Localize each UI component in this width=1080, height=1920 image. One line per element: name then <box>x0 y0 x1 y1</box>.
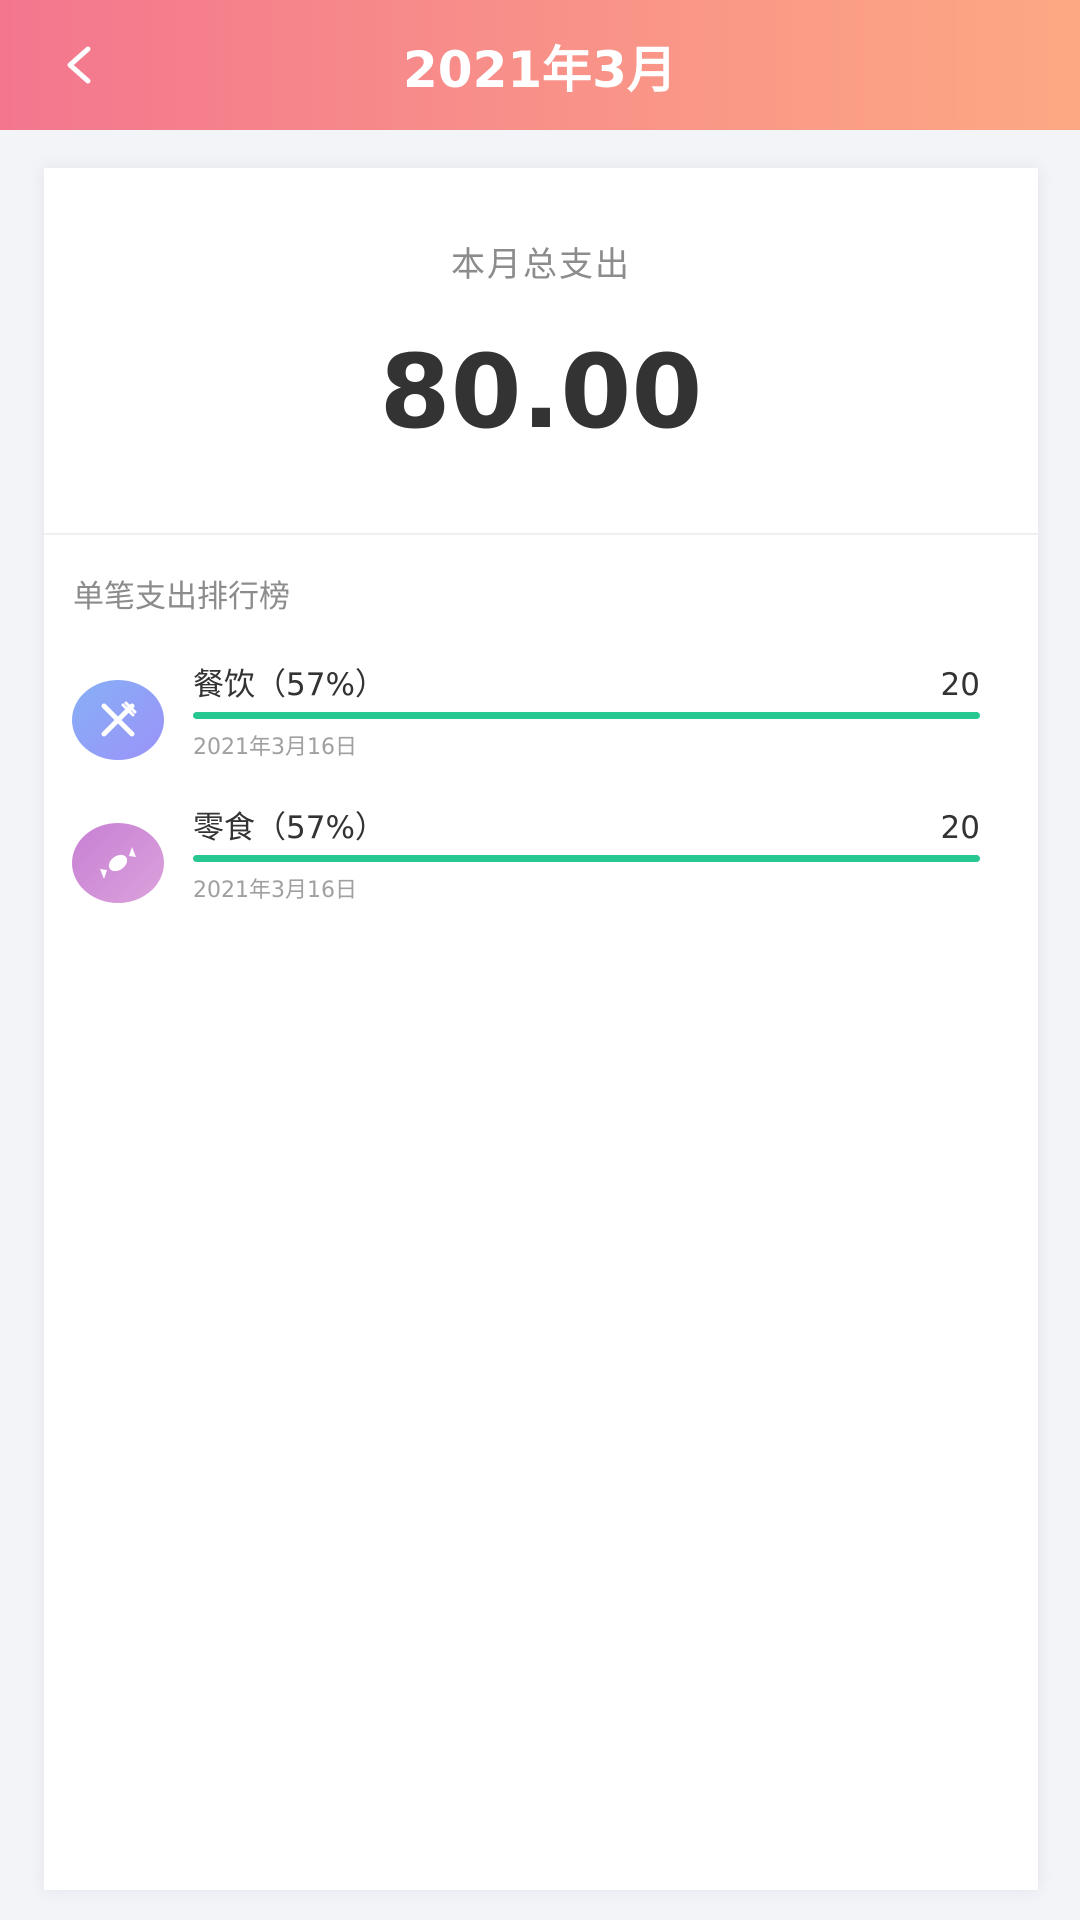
category-progress-bar <box>193 855 980 862</box>
summary-card: 本月总支出 80.00 单笔支出排行榜 餐饮（57%） 20 2021年3月16… <box>44 168 1038 1890</box>
header-bar: 2021年3月 <box>0 0 1080 130</box>
category-name: 零食（57%） <box>193 810 386 846</box>
candy-icon <box>100 847 136 879</box>
category-date: 2021年3月16日 <box>193 878 357 903</box>
fork-knife-icon <box>101 701 137 737</box>
total-expense-amount: 80.00 <box>379 333 703 452</box>
category-progress-bar <box>193 712 980 719</box>
ranking-title: 单笔支出排行榜 <box>73 579 290 615</box>
category-icon-bg <box>72 823 164 903</box>
page-title: 2021年3月 <box>403 41 677 99</box>
divider <box>44 533 1038 535</box>
ranking-item-dining[interactable]: 餐饮（57%） 20 2021年3月16日 <box>44 656 1038 786</box>
category-name: 餐饮（57%） <box>193 667 386 703</box>
category-amount: 20 <box>940 667 980 703</box>
ranking-item-snacks[interactable]: 零食（57%） 20 2021年3月16日 <box>44 799 1038 929</box>
category-amount: 20 <box>940 810 980 846</box>
category-icon-bg <box>72 680 164 760</box>
total-expense-label: 本月总支出 <box>451 245 631 285</box>
category-date: 2021年3月16日 <box>193 735 357 760</box>
